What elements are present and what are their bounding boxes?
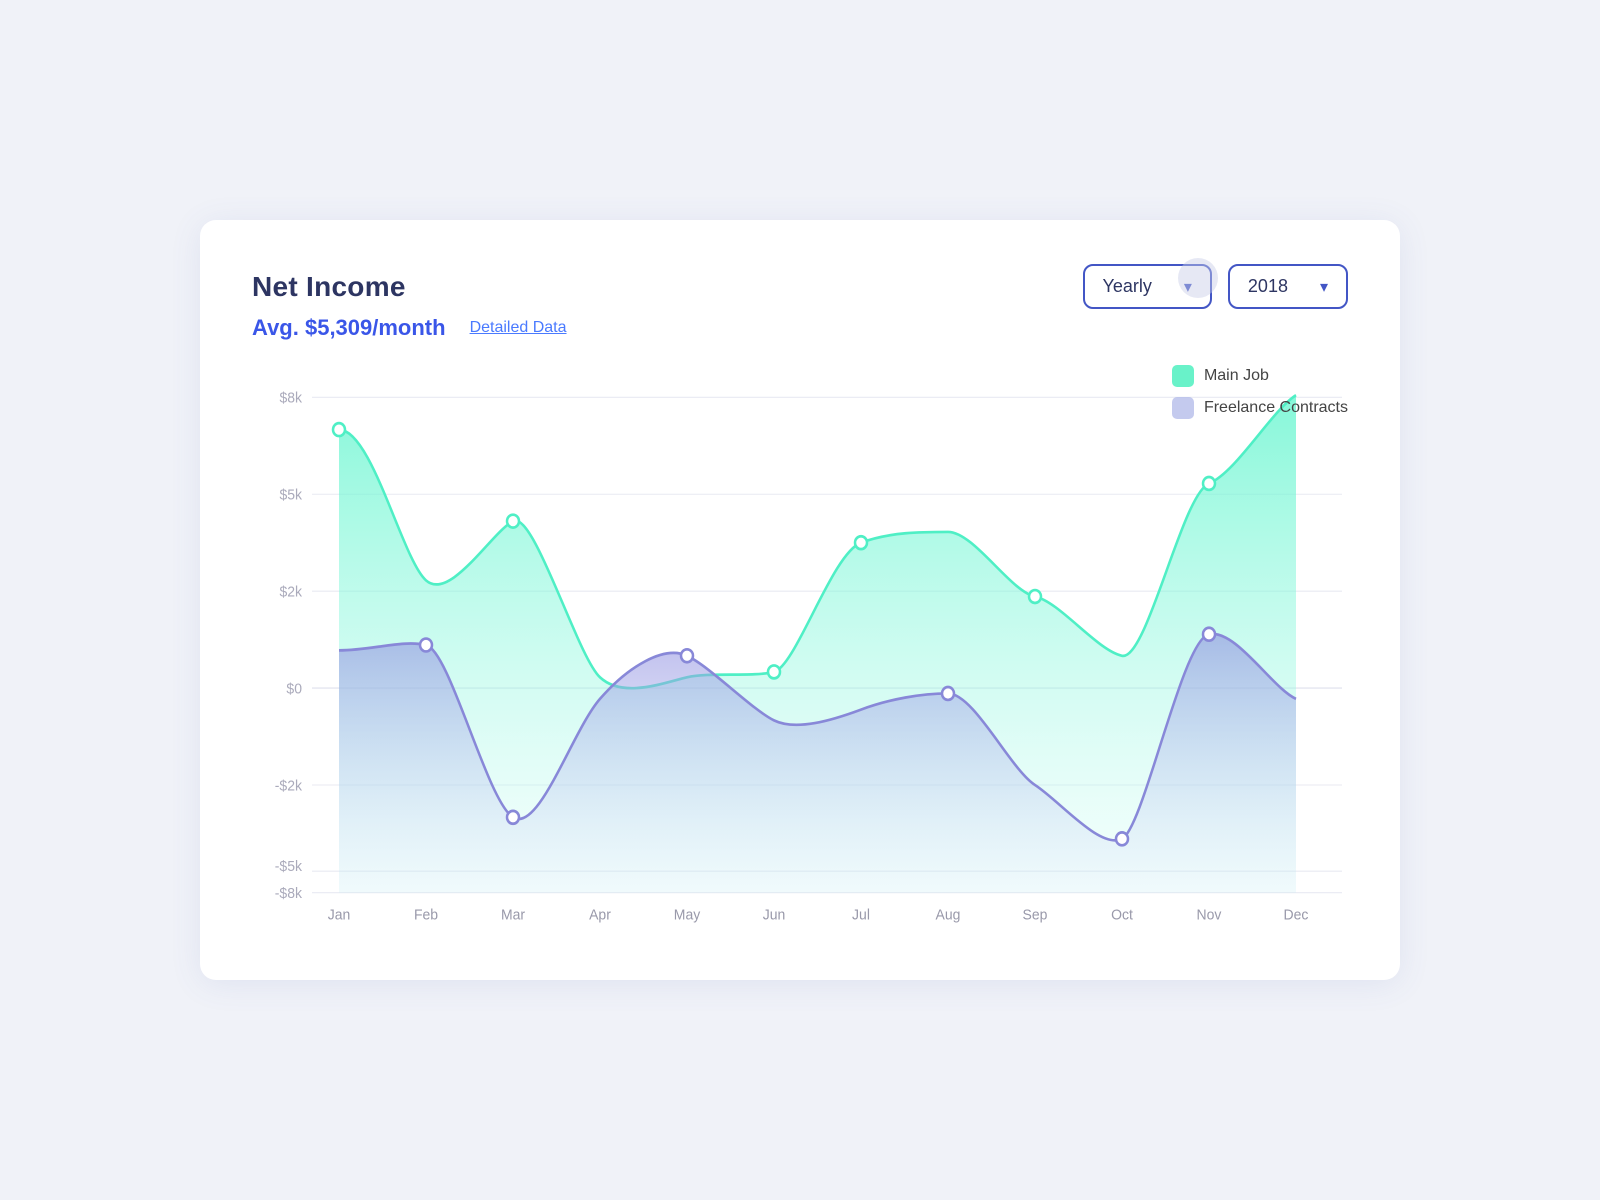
svg-text:Oct: Oct — [1111, 907, 1133, 924]
svg-text:May: May — [674, 907, 701, 924]
legend-main-job: Main Job — [1172, 365, 1348, 387]
avg-value: Avg. $5,309/month — [252, 315, 446, 341]
chart-area: Main Job Freelance Contracts — [252, 365, 1348, 925]
svg-text:-$8k: -$8k — [275, 886, 303, 903]
svg-text:-$2k: -$2k — [275, 778, 303, 795]
period-chevron-icon: ▾ — [1184, 277, 1192, 297]
svg-text:$5k: $5k — [279, 487, 302, 504]
svg-text:Dec: Dec — [1284, 907, 1309, 924]
detailed-data-link[interactable]: Detailed Data — [470, 319, 567, 337]
svg-text:Jun: Jun — [763, 907, 786, 924]
avg-row: Avg. $5,309/month Detailed Data — [252, 315, 1348, 341]
svg-text:Nov: Nov — [1197, 907, 1223, 924]
svg-text:Sep: Sep — [1023, 907, 1048, 924]
svg-text:Mar: Mar — [501, 907, 525, 924]
main-job-swatch — [1172, 365, 1194, 387]
svg-text:Aug: Aug — [936, 907, 961, 924]
legend-freelance: Freelance Contracts — [1172, 397, 1348, 419]
main-card: Net Income Yearly ▾ 2018 ▾ Avg. $5,309/m… — [200, 220, 1400, 980]
svg-text:$0: $0 — [286, 681, 302, 698]
year-chevron-icon: ▾ — [1320, 277, 1328, 297]
freelance-swatch — [1172, 397, 1194, 419]
svg-text:$8k: $8k — [279, 390, 302, 407]
svg-text:Feb: Feb — [414, 907, 438, 924]
main-job-label: Main Job — [1204, 367, 1269, 385]
svg-text:Jul: Jul — [852, 907, 870, 924]
svg-text:Apr: Apr — [589, 907, 611, 924]
year-dropdown[interactable]: 2018 ▾ — [1228, 264, 1348, 309]
svg-text:$2k: $2k — [279, 584, 302, 601]
svg-text:Jan: Jan — [328, 907, 351, 924]
period-dropdown[interactable]: Yearly ▾ — [1083, 264, 1212, 309]
period-label: Yearly — [1103, 276, 1152, 297]
year-label: 2018 — [1248, 276, 1288, 297]
chart-legend: Main Job Freelance Contracts — [1172, 365, 1348, 419]
page-title: Net Income — [252, 271, 406, 303]
income-chart: $8k $5k $2k $0 -$2k -$5k -$8k — [252, 365, 1348, 925]
controls: Yearly ▾ 2018 ▾ — [1083, 264, 1348, 309]
svg-text:-$5k: -$5k — [275, 859, 303, 876]
freelance-label: Freelance Contracts — [1204, 399, 1348, 417]
header-row: Net Income Yearly ▾ 2018 ▾ — [252, 264, 1348, 309]
